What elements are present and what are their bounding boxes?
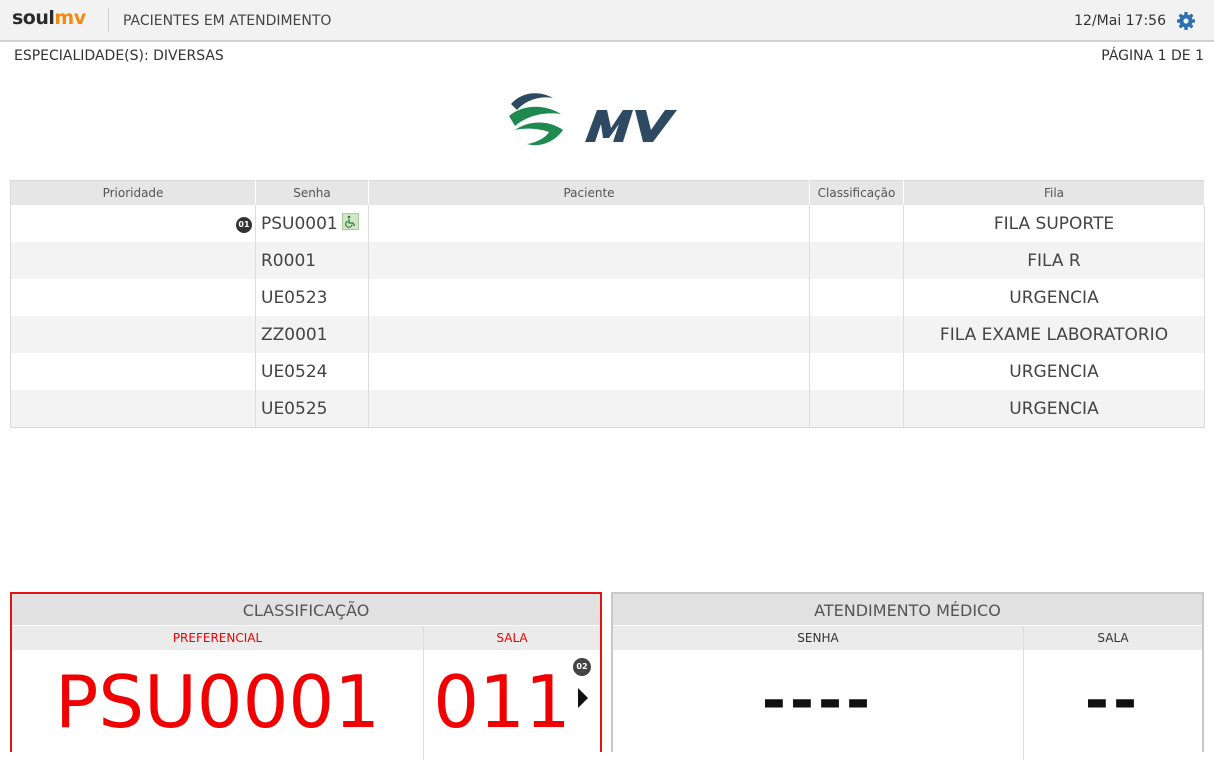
classificacao-panel-subheader: PREFERENCIAL SALA: [12, 625, 600, 650]
fila-cell: FILA EXAME LABORATORIO: [903, 316, 1205, 353]
table-row: UE0523 URGENCIA: [10, 279, 1205, 316]
classificacao-cell: [809, 205, 904, 242]
wheelchair-icon: [341, 213, 359, 230]
specialty-label: ESPECIALIDADE(S): DIVERSAS: [14, 48, 224, 64]
senha-text: PSU0001: [261, 213, 338, 234]
called-senha: PSU0001: [54, 660, 381, 744]
priority-cell: [10, 205, 256, 242]
priority-cell: [10, 390, 256, 428]
senha-cell: R0001: [255, 242, 369, 279]
column-header-prioridade: Prioridade: [10, 180, 256, 205]
atendimento-sala: --: [1023, 650, 1202, 760]
table-header-row: Prioridade Senha Paciente Classificação …: [10, 180, 1205, 205]
priority-cell: [10, 353, 256, 390]
column-header-senha: Senha: [255, 180, 369, 205]
atendimento-senha: ----: [761, 666, 875, 734]
fila-cell: URGENCIA: [903, 353, 1205, 390]
senha-cell: 01 PSU0001: [236, 205, 369, 242]
column-header-fila: Fila: [903, 180, 1205, 205]
top-bar: soulmv PACIENTES EM ATENDIMENTO 12/Mai 1…: [0, 0, 1214, 42]
logo-soul-text: soul: [12, 7, 55, 29]
preferencial-label: PREFERENCIAL: [172, 631, 263, 645]
paciente-cell: [368, 242, 810, 279]
table-row: R0001 FILA R: [10, 242, 1205, 279]
priority-cell: [10, 279, 256, 316]
priority-cell: [10, 316, 256, 353]
call-count-badge: 02: [573, 658, 591, 676]
table-row: UE0525 URGENCIA: [10, 390, 1205, 428]
datetime-display: 12/Mai 17:56: [1074, 13, 1166, 29]
fila-cell: FILA R: [903, 242, 1205, 279]
mv-logo: [505, 86, 705, 154]
paciente-cell: [368, 353, 810, 390]
patients-table: Prioridade Senha Paciente Classificação …: [10, 180, 1205, 428]
classificacao-panel: CLASSIFICAÇÃO PREFERENCIAL SALA PSU0001 …: [10, 592, 602, 760]
page-title: PACIENTES EM ATENDIMENTO: [123, 13, 332, 29]
paciente-cell: [368, 390, 810, 428]
top-bar-divider: [108, 8, 109, 32]
fila-cell: URGENCIA: [903, 279, 1205, 316]
atendimento-panel-title: ATENDIMENTO MÉDICO: [613, 594, 1202, 625]
classificacao-panel-body: PSU0001 011 02: [12, 650, 600, 760]
priority-cell: [10, 242, 256, 279]
gear-icon[interactable]: [1176, 11, 1196, 31]
fila-cell: URGENCIA: [903, 390, 1205, 428]
table-row: ZZ0001 FILA EXAME LABORATORIO: [10, 316, 1205, 353]
called-sala-cell: 011 02: [423, 650, 600, 760]
senha-cell: UE0523: [255, 279, 369, 316]
called-sala: 011: [433, 660, 571, 744]
atendimento-panel-body: ---- --: [613, 650, 1202, 760]
soulmv-logo: soulmv: [12, 7, 86, 29]
sala-label: SALA: [1023, 626, 1202, 650]
paciente-cell: [368, 205, 810, 242]
page-indicator: PÁGINA 1 DE 1: [1101, 48, 1204, 64]
atendimento-panel: ATENDIMENTO MÉDICO SENHA SALA ---- --: [611, 592, 1204, 760]
senha-cell: UE0524: [255, 353, 369, 390]
classificacao-cell: [809, 390, 904, 428]
paciente-cell: [368, 279, 810, 316]
column-header-paciente: Paciente: [368, 180, 810, 205]
senha-label: SENHA: [797, 631, 839, 645]
fila-cell: FILA SUPORTE: [903, 205, 1205, 242]
table-row: UE0524 URGENCIA: [10, 353, 1205, 390]
classificacao-cell: [809, 353, 904, 390]
classificacao-panel-title: CLASSIFICAÇÃO: [12, 594, 600, 625]
classificacao-cell: [809, 316, 904, 353]
sala-label: SALA: [423, 626, 600, 650]
atendimento-panel-subheader: SENHA SALA: [613, 625, 1202, 650]
senha-cell: UE0525: [255, 390, 369, 428]
logo-mv-text: mv: [54, 7, 86, 29]
paciente-cell: [368, 316, 810, 353]
priority-badge: 01: [236, 217, 252, 233]
classificacao-cell: [809, 242, 904, 279]
play-arrow-icon[interactable]: [578, 688, 588, 708]
table-row: 01 PSU0001 FILA SUPORTE: [10, 205, 1205, 242]
classificacao-cell: [809, 279, 904, 316]
column-header-classificacao: Classificação: [809, 180, 904, 205]
senha-cell: ZZ0001: [255, 316, 369, 353]
